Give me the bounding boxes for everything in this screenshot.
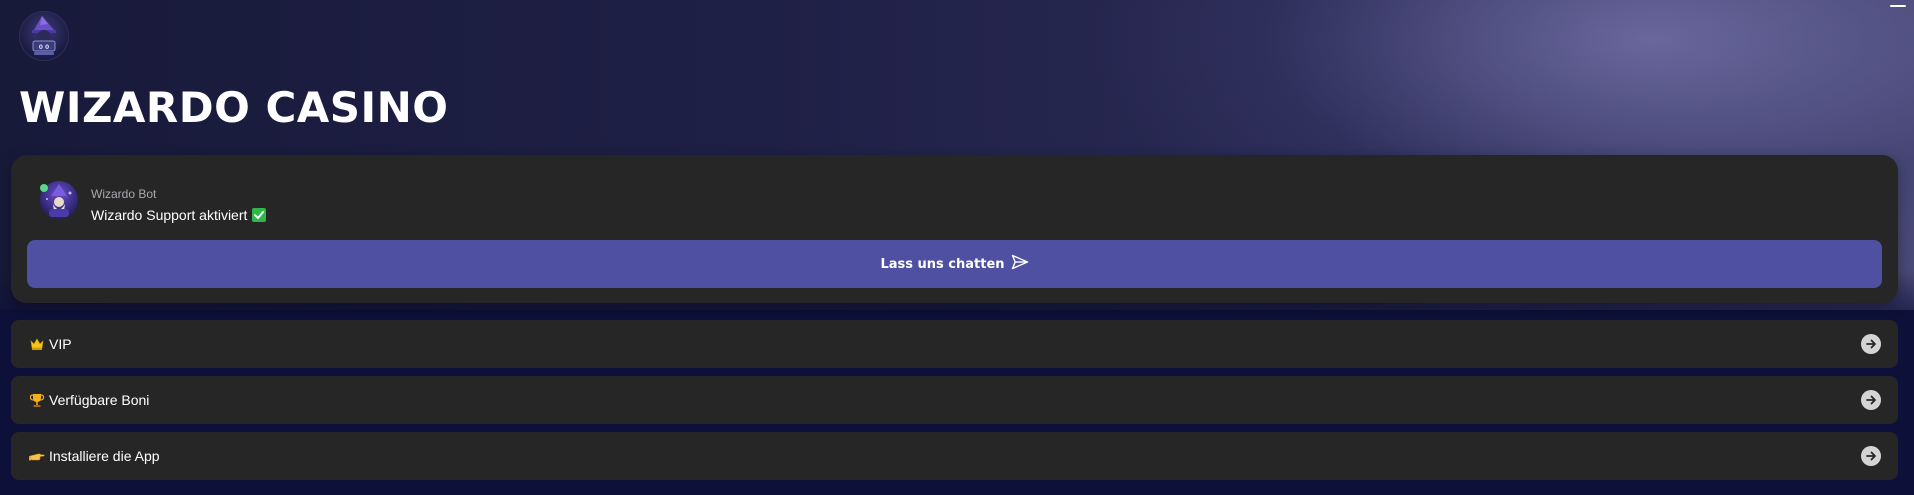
arrow-right-circle-icon [1861, 446, 1881, 466]
svg-text:0 0: 0 0 [39, 44, 49, 51]
chat-button-label: Lass uns chatten [880, 256, 1005, 272]
page-title: WIZARDO CASINO [19, 83, 449, 132]
bot-name: Wizardo Bot [91, 187, 157, 201]
menu-item-label: Verfügbare Boni [49, 392, 150, 408]
wizard-logo-icon[interactable]: 0 0 [19, 11, 69, 61]
trophy-icon [29, 392, 45, 408]
check-mark-icon [252, 208, 267, 222]
chat-card: Wizardo Bot Wizardo Support aktiviert La… [11, 155, 1898, 303]
send-icon [1011, 254, 1029, 274]
crown-icon [29, 336, 45, 352]
menu-item-install-app[interactable]: Installiere die App [11, 432, 1898, 480]
online-status-dot [40, 184, 48, 192]
bot-message-text: Wizardo Support aktiviert [91, 207, 248, 223]
menu-item-vip[interactable]: VIP [11, 320, 1898, 368]
arrow-right-circle-icon [1861, 390, 1881, 410]
menu-dash-icon[interactable] [1890, 5, 1906, 7]
menu-item-label: Installiere die App [49, 448, 160, 464]
menu-item-label: VIP [49, 336, 72, 352]
pointing-hand-icon [29, 448, 45, 464]
bot-message: Wizardo Support aktiviert [91, 206, 267, 224]
menu-item-bonuses[interactable]: Verfügbare Boni [11, 376, 1898, 424]
page: 0 0 WIZARDO CASINO Wizardo Bot Wizardo S… [0, 0, 1914, 495]
chat-button[interactable]: Lass uns chatten [27, 240, 1882, 288]
arrow-right-circle-icon [1861, 334, 1881, 354]
